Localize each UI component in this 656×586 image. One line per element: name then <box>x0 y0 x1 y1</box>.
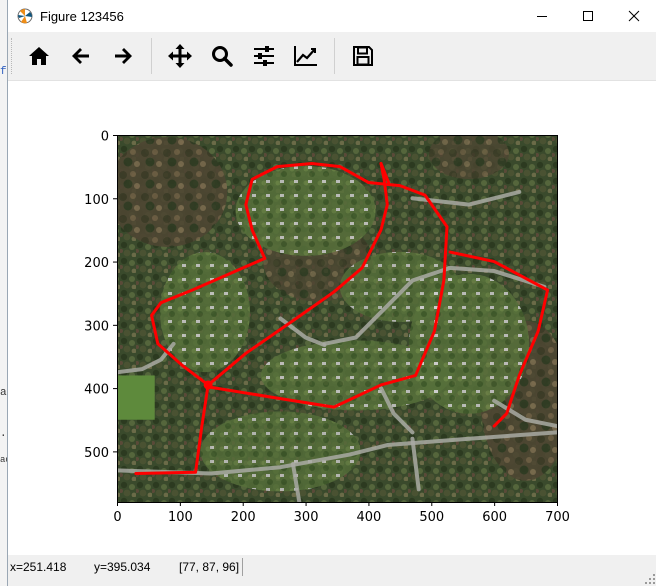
aerial-image <box>117 135 557 502</box>
maximize-icon <box>583 11 593 21</box>
edit-axes-button[interactable] <box>286 36 326 76</box>
background-text: f <box>0 66 7 78</box>
home-button[interactable] <box>19 36 59 76</box>
y-tick-label: 200 <box>84 256 109 271</box>
close-icon <box>628 10 640 22</box>
status-bar: x=251.418 y=395.034 [77, 87, 96] <box>8 555 656 586</box>
y-tick-label: 0 <box>101 130 109 145</box>
x-tick-label: 600 <box>482 510 507 525</box>
x-axis: 0 100 200 300 400 500 600 700 <box>113 502 570 525</box>
minimize-icon <box>537 16 547 17</box>
sliders-icon <box>254 46 274 66</box>
y-tick-label: 400 <box>84 383 109 398</box>
x-tick-label: 200 <box>231 510 256 525</box>
toolbar-separator <box>334 38 335 74</box>
x-tick-label: 400 <box>357 510 382 525</box>
arrow-left-icon <box>72 48 89 64</box>
cursor-x-readout: x=251.418 <box>10 560 67 574</box>
save-button[interactable] <box>343 36 383 76</box>
status-separator <box>242 558 243 576</box>
minimize-button[interactable] <box>519 0 565 32</box>
maximize-button[interactable] <box>565 0 611 32</box>
floppy-disk-icon <box>353 46 373 66</box>
x-tick-label: 300 <box>294 510 319 525</box>
pan-button[interactable] <box>160 36 200 76</box>
forward-button[interactable] <box>103 36 143 76</box>
pixel-value-readout: [77, 87, 96] <box>179 560 240 574</box>
y-tick-label: 300 <box>84 319 109 334</box>
toolbar-grip[interactable] <box>11 38 14 74</box>
background-text: a <box>0 387 7 399</box>
title-bar[interactable]: Figure 123456 <box>8 0 656 32</box>
plot-figure[interactable]: 0 100 200 300 400 500 600 700 0 100 200 300 400 500 <box>8 81 656 555</box>
figure-canvas[interactable]: 0 100 200 300 400 500 600 700 0 100 200 300 400 500 <box>8 81 656 555</box>
close-button[interactable] <box>611 0 656 32</box>
zoom-button[interactable] <box>202 36 242 76</box>
x-tick-label: 700 <box>545 510 570 525</box>
magnifier-icon <box>212 46 233 67</box>
x-tick-label: 500 <box>419 510 444 525</box>
y-tick-label: 500 <box>84 446 109 461</box>
road-junction <box>203 380 213 390</box>
y-tick-label: 100 <box>84 193 109 208</box>
window-title: Figure 123456 <box>40 8 124 24</box>
x-tick-label: 0 <box>113 510 121 525</box>
toolbar-separator <box>151 38 152 74</box>
matplotlib-logo-icon <box>17 8 33 24</box>
y-axis: 0 100 200 300 400 500 <box>84 130 117 461</box>
x-tick-label: 100 <box>168 510 193 525</box>
subplots-button[interactable] <box>244 36 284 76</box>
home-icon <box>29 47 49 65</box>
navigation-toolbar <box>8 32 656 81</box>
background-text: . <box>0 428 7 440</box>
move-icon <box>168 44 192 68</box>
back-button[interactable] <box>61 36 101 76</box>
line-chart-icon <box>294 46 317 66</box>
cursor-y-readout: y=395.034 <box>94 560 151 574</box>
figure-window: Figure 123456 0 100 200 300 400 500 600 … <box>7 0 656 586</box>
arrow-right-icon <box>115 48 132 64</box>
resize-grip-icon[interactable] <box>645 574 655 584</box>
